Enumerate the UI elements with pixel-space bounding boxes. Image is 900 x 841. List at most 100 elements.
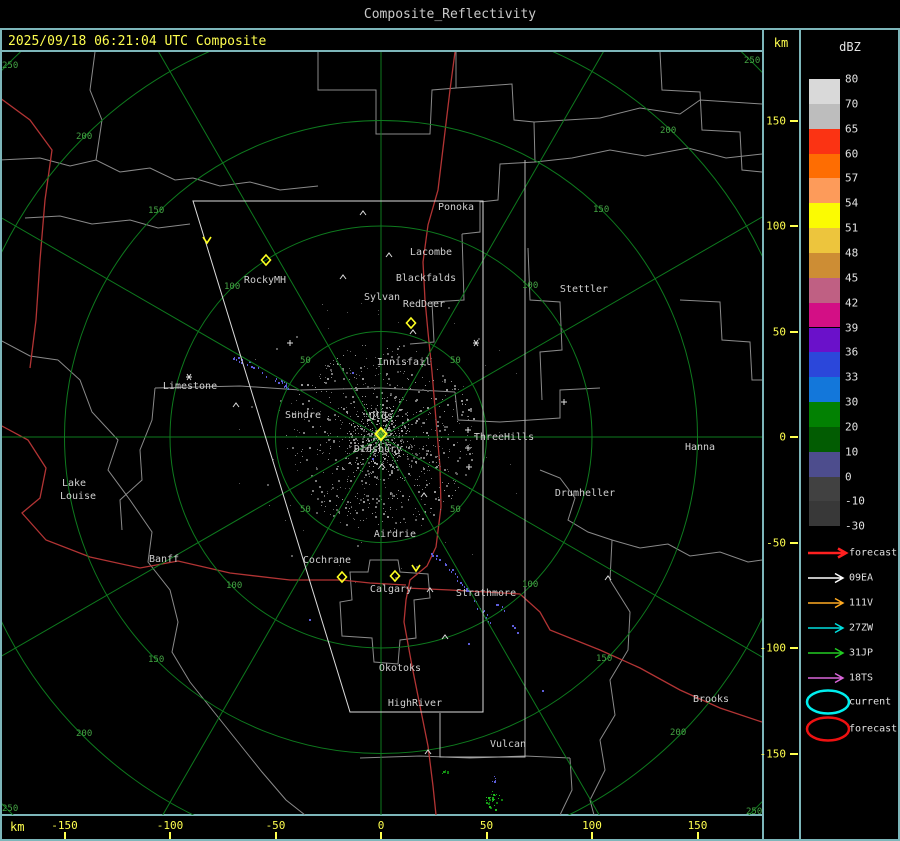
dbz-color-swatch bbox=[809, 402, 840, 427]
dbz-scale-tick-label: 57 bbox=[845, 171, 859, 185]
legend-arrow-icon bbox=[808, 622, 845, 634]
dbz-color-swatch bbox=[809, 203, 840, 229]
legend-arrow-label: forecast bbox=[849, 547, 898, 559]
dbz-scale-tick-label: 30 bbox=[845, 395, 859, 409]
city-label: Banff bbox=[149, 554, 179, 565]
legend-arrow-icon bbox=[808, 672, 845, 684]
legend-arrow-icon bbox=[808, 547, 849, 559]
right-axis-tick-label: 0 bbox=[779, 430, 786, 444]
range-ring-label: 250 bbox=[2, 61, 18, 71]
dbz-color-swatch bbox=[809, 252, 840, 278]
city-label: Olds bbox=[369, 411, 393, 422]
range-ring-label: 50 bbox=[450, 505, 461, 515]
legend-arrow-label: 111V bbox=[849, 597, 874, 609]
city-label: Strathmore bbox=[456, 588, 516, 599]
legend-arrow-label: 31JP bbox=[849, 647, 874, 659]
bottom-axis-tick bbox=[380, 832, 382, 839]
dbz-scale-tick-label: 54 bbox=[845, 196, 859, 210]
city-label: Hanna bbox=[685, 442, 715, 453]
dbz-scale-tick-label: 48 bbox=[845, 246, 859, 260]
plus-marker bbox=[465, 427, 471, 433]
station-diamond-marker bbox=[405, 316, 417, 330]
right-axis-tick-label: 50 bbox=[772, 325, 786, 338]
right-axis-tick bbox=[790, 119, 798, 122]
bottom-axis-tick bbox=[591, 832, 593, 839]
city-label: HighRiver bbox=[388, 698, 442, 709]
legend-arrow-label: 09EA bbox=[849, 572, 874, 584]
city-label: Vulcan bbox=[490, 739, 526, 750]
city-label: Brooks bbox=[693, 694, 729, 705]
plus-marker bbox=[465, 445, 471, 451]
radar-app-window: Composite_Reflectivity 2025/09/18 06:21:… bbox=[0, 0, 900, 841]
dbz-scale-tick-label: 33 bbox=[845, 370, 859, 384]
range-ring-label: 250 bbox=[744, 56, 760, 66]
range-ring-label: 250 bbox=[746, 807, 762, 817]
plus-marker bbox=[466, 464, 472, 470]
dbz-scale-tick-label: 60 bbox=[845, 147, 859, 161]
dbz-color-swatch bbox=[809, 352, 840, 378]
dbz-scale-tick-label: 0 bbox=[845, 470, 852, 484]
caret-marker bbox=[385, 252, 393, 258]
station-diamond-marker bbox=[389, 569, 401, 583]
bottom-axis-tick bbox=[696, 832, 699, 839]
caret-marker bbox=[339, 274, 347, 280]
bottom-axis-tick bbox=[274, 832, 277, 839]
dbz-scale-tick-label: 65 bbox=[845, 122, 859, 136]
city-label: Sylvan bbox=[364, 292, 400, 303]
dbz-color-swatch bbox=[809, 302, 840, 328]
dbz-color-swatch bbox=[809, 228, 840, 253]
dbz-color-swatch bbox=[809, 451, 840, 477]
plus-marker bbox=[561, 399, 567, 405]
city-label: Calgary bbox=[370, 584, 412, 595]
city-label: Lacombe bbox=[410, 247, 452, 258]
dbz-scale-tick-label: 70 bbox=[845, 97, 859, 111]
right-axis-tick-label: -50 bbox=[766, 536, 786, 549]
right-axis-tick-label: 150 bbox=[766, 114, 786, 127]
dbz-color-swatch bbox=[809, 501, 840, 527]
dbz-color-swatch bbox=[809, 178, 840, 204]
legend-ellipse-label: current bbox=[849, 696, 892, 708]
range-ring-label: 100 bbox=[522, 281, 538, 291]
range-ring-label: 200 bbox=[660, 126, 676, 136]
city-label: Blackfalds bbox=[396, 273, 456, 284]
dbz-color-swatch bbox=[809, 277, 840, 303]
right-axis-tick bbox=[790, 752, 798, 755]
caret-marker bbox=[359, 210, 367, 216]
range-ring-label: 100 bbox=[522, 580, 538, 590]
right-axis-tick bbox=[790, 647, 798, 649]
dbz-color-swatch bbox=[809, 426, 840, 452]
dbz-scale-tick-label: 20 bbox=[845, 420, 859, 434]
bottom-axis-tick-label: -50 bbox=[265, 819, 286, 832]
asterisk-marker bbox=[186, 373, 192, 381]
plus-marker bbox=[287, 340, 293, 346]
range-ring-label: 100 bbox=[224, 282, 240, 292]
dbz-scale-tick-label: 42 bbox=[845, 296, 859, 310]
legend-arrow-label: 27ZW bbox=[849, 622, 874, 634]
bottom-axis-tick-label: 50 bbox=[479, 819, 494, 832]
bottom-axis-unit-label: km bbox=[10, 820, 25, 834]
dbz-scale-tick-label: 39 bbox=[845, 321, 859, 334]
city-label: Drumheller bbox=[555, 488, 615, 499]
range-ring-label: 50 bbox=[450, 356, 461, 366]
range-ring-label: 250 bbox=[2, 804, 18, 814]
bottom-axis-tick bbox=[169, 832, 171, 839]
dbz-scale-tick-label: -30 bbox=[845, 519, 865, 533]
city-label: Cochrane bbox=[303, 555, 351, 566]
right-axis-tick bbox=[790, 225, 798, 227]
city-label: Louise bbox=[60, 491, 96, 502]
right-axis-tick bbox=[790, 541, 798, 544]
city-label: ThreeHills bbox=[474, 432, 534, 443]
city-label: Innisfail bbox=[377, 357, 431, 368]
bottom-axis-tick-label: -100 bbox=[156, 819, 184, 832]
checkmark-marker bbox=[202, 236, 212, 245]
right-axis-tick-label: -150 bbox=[759, 747, 787, 760]
bottom-axis-tick bbox=[63, 832, 66, 839]
dbz-color-swatch bbox=[809, 327, 840, 353]
dbz-scale-tick-label: 45 bbox=[845, 271, 859, 285]
legend-ellipse-label: forecast bbox=[849, 723, 898, 735]
caret-marker bbox=[420, 492, 428, 498]
city-label: Sundre bbox=[285, 410, 321, 421]
city-label: Airdrie bbox=[374, 529, 416, 540]
right-axis-tick bbox=[790, 436, 798, 438]
asterisk-marker bbox=[473, 339, 479, 347]
